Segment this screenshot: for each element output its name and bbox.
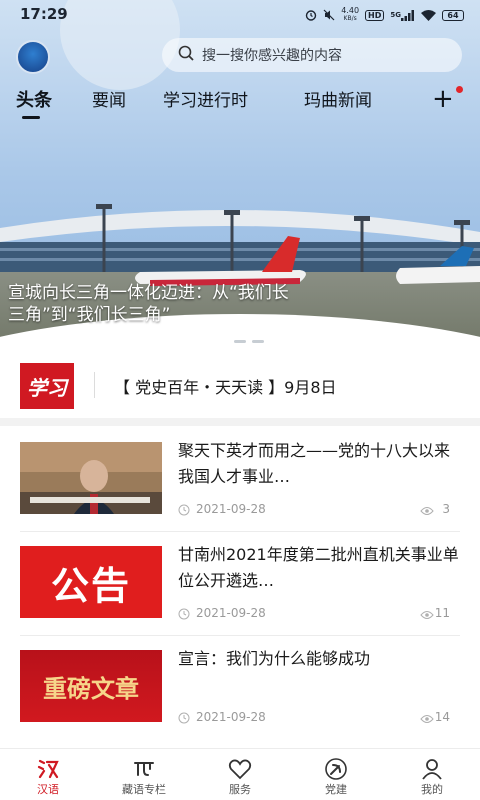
carousel-indicator: [212, 340, 264, 343]
search-icon: [178, 45, 194, 65]
nav-label: 服务: [229, 783, 251, 796]
hero-banner[interactable]: 宣城向长三角一体化迈进：从“我们长 三角”到“我们长三角” 17:29 4.40…: [0, 0, 480, 356]
carousel-dot: [234, 340, 246, 343]
hero-caption-line: 宣城向长三角一体化迈进：从“我们长: [8, 283, 289, 303]
user-icon: [420, 757, 444, 781]
news-item[interactable]: 聚天下英才而用之——党的十八大以来我国人才事业… 2021-09-28 3: [0, 428, 480, 532]
nav-label: 我的: [421, 783, 443, 796]
notice-bar[interactable]: 学习 【 党史百年・天天读 】9月8日: [0, 358, 480, 416]
clock-icon: [178, 712, 190, 727]
hd-badge: HD: [365, 9, 385, 21]
news-date: 2021-09-28: [196, 606, 266, 620]
carousel-dot: [252, 340, 264, 343]
mute-icon: [323, 9, 335, 21]
news-views: 3: [442, 502, 450, 516]
network-speed-unit: KB/s: [343, 15, 357, 22]
clock-icon: [178, 608, 190, 623]
tibetan-language-icon: [132, 757, 156, 781]
news-meta: 2021-09-28 11: [178, 606, 450, 622]
network-speed-value: 4.40: [341, 6, 360, 15]
hero-caption[interactable]: 宣城向长三角一体化迈进：从“我们长 三角”到“我们长三角”: [0, 282, 480, 326]
wifi-icon: [421, 9, 436, 21]
channel-tabs: 头条 要闻 学习进行时 玛曲新闻: [0, 86, 480, 120]
tab-headlines[interactable]: 头条: [16, 86, 52, 112]
eye-icon: [420, 505, 434, 519]
signal-label: 5G: [390, 11, 401, 19]
news-thumbnail: 公告: [20, 546, 162, 618]
app-logo-icon[interactable]: [16, 40, 50, 74]
news-title: 甘南州2021年度第二批州直机关事业单位公开遴选…: [178, 545, 459, 590]
nav-item-party-building[interactable]: 党建: [288, 749, 384, 800]
nav-label: 汉语: [37, 783, 59, 796]
news-meta: 2021-09-28 14: [178, 710, 450, 726]
tab-study-in-progress[interactable]: 学习进行时: [163, 86, 248, 111]
news-item[interactable]: 重磅文章 宣言：我们为什么能够成功 2021-09-28 14: [0, 636, 480, 740]
news-date: 2021-09-28: [196, 502, 266, 516]
notification-dot: [456, 86, 463, 93]
han-language-icon: [36, 757, 60, 781]
section-gap: [0, 418, 480, 426]
nav-label: 党建: [325, 783, 347, 796]
nav-label: 藏语专栏: [122, 783, 166, 796]
notice-text: 【 党史百年・天天读 】9月8日: [114, 378, 337, 397]
xuexi-logo: 学习: [20, 363, 74, 409]
carousel-dot: [212, 340, 228, 343]
news-thumbnail: [20, 442, 162, 514]
hero-caption-line: 三角”到“我们长三角”: [8, 305, 171, 325]
eye-icon: [420, 713, 434, 727]
battery-icon: 64: [442, 9, 464, 21]
news-views: 11: [434, 606, 450, 620]
news-thumbnail: 重磅文章: [20, 650, 162, 722]
news-title: 聚天下英才而用之——党的十八大以来我国人才事业…: [178, 441, 451, 486]
nav-item-services[interactable]: 服务: [192, 749, 288, 800]
news-item[interactable]: 公告 甘南州2021年度第二批州直机关事业单位公开遴选… 2021-09-28 …: [0, 532, 480, 636]
news-title: 宣言：我们为什么能够成功: [178, 649, 371, 668]
status-icons: 4.40 KB/s HD 5G 64: [305, 7, 464, 23]
clock-icon: [178, 504, 190, 519]
network-speed: 4.40 KB/s: [341, 7, 359, 23]
eye-icon: [420, 609, 434, 623]
news-date: 2021-09-28: [196, 710, 266, 724]
bottom-nav: 汉语 藏语专栏 服务 党建 我的: [0, 748, 480, 800]
status-time: 17:29: [20, 5, 68, 23]
tab-important-news[interactable]: 要闻: [92, 86, 126, 111]
nav-item-mine[interactable]: 我的: [384, 749, 480, 800]
search-bar[interactable]: 搜一搜你感兴趣的内容: [162, 38, 462, 72]
heart-icon: [228, 757, 252, 781]
nav-item-chinese[interactable]: 汉语: [0, 749, 96, 800]
notice-divider: [94, 372, 95, 398]
nav-item-tibetan-column[interactable]: 藏语专栏: [96, 749, 192, 800]
tab-maqu-news[interactable]: 玛曲新闻: [304, 86, 372, 111]
search-placeholder: 搜一搜你感兴趣的内容: [202, 48, 342, 64]
news-meta: 2021-09-28 3: [178, 502, 450, 518]
alarm-icon: [305, 9, 317, 21]
status-bar: 17:29 4.40 KB/s HD 5G 64: [0, 0, 480, 30]
active-tab-indicator: [22, 116, 40, 119]
signal-icon: 5G: [390, 9, 415, 21]
news-views: 14: [434, 710, 450, 724]
party-emblem-icon: [324, 757, 348, 781]
